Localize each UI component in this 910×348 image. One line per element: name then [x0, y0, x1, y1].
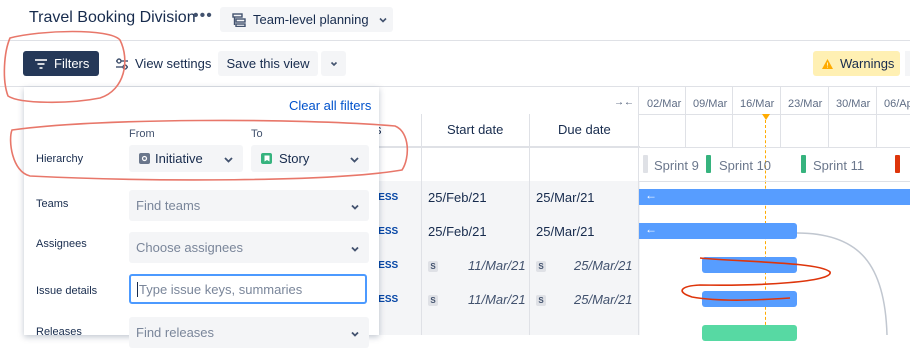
- issue-details-placeholder: Type issue keys, summaries: [137, 281, 303, 297]
- dependency-line: [796, 232, 888, 335]
- today-marker: [762, 114, 770, 120]
- column-header-start-date[interactable]: Start date: [447, 122, 503, 137]
- timeline-date: 30/Mar: [836, 98, 871, 110]
- hierarchy-from-select[interactable]: Initiative: [129, 145, 243, 172]
- hierarchy-label: Hierarchy: [36, 153, 84, 165]
- sprint-marker: [706, 155, 711, 173]
- week-divider: [828, 86, 829, 147]
- sprint-marker: [801, 155, 806, 173]
- sprint-label[interactable]: Sprint 9: [654, 158, 699, 173]
- due-date-cell[interactable]: 25/Mar/21: [536, 224, 595, 239]
- teams-select[interactable]: Find teams: [129, 190, 369, 221]
- chevron-down-icon: [350, 242, 360, 257]
- sprint-badge: S: [428, 261, 438, 272]
- start-date-cell[interactable]: 11/Mar/21: [468, 292, 526, 307]
- week-divider: [732, 86, 733, 147]
- warnings-label: Warnings: [840, 56, 895, 71]
- from-label: From: [129, 128, 155, 140]
- sprint-badge: S: [536, 295, 546, 306]
- issue-details-input[interactable]: Type issue keys, summaries: [129, 274, 367, 304]
- timeline-bar[interactable]: [702, 325, 797, 341]
- view-settings-label: View settings: [135, 56, 212, 71]
- releases-label: Releases: [36, 326, 82, 338]
- more-actions-button[interactable]: •••: [193, 7, 213, 25]
- plan-selector-button[interactable]: Team-level planning: [220, 7, 393, 32]
- teams-label: Teams: [36, 198, 69, 210]
- teams-placeholder: Find teams: [136, 198, 201, 213]
- to-label: To: [251, 128, 263, 140]
- sprint-marker: [643, 155, 648, 173]
- hierarchy-to-value: Story: [279, 151, 310, 166]
- filters-label: Filters: [54, 56, 90, 71]
- initiative-icon: [139, 153, 150, 164]
- sprint-row-border: [369, 147, 910, 148]
- timeline-date: 09/Mar: [693, 98, 728, 110]
- collapse-columns-button[interactable]: →←: [614, 97, 634, 108]
- chevron-down-icon: [350, 200, 360, 215]
- timeline-bar[interactable]: ←: [639, 222, 797, 239]
- clear-all-filters-link[interactable]: Clear all filters: [289, 98, 371, 113]
- sprint-badge: S: [536, 261, 546, 272]
- filter-icon: [34, 58, 48, 70]
- releases-placeholder: Find releases: [136, 325, 215, 340]
- hierarchy-to-select[interactable]: Story: [251, 145, 369, 172]
- sprint-row-bottom: [638, 181, 910, 182]
- save-options-dropdown[interactable]: [321, 51, 346, 76]
- chevron-down-icon: [223, 153, 234, 168]
- timeline-date: 16/Mar: [740, 98, 775, 110]
- arrow-left-icon: ←: [645, 222, 657, 236]
- save-view-button[interactable]: Save this view: [218, 51, 318, 76]
- issue-details-label: Issue details: [36, 285, 98, 297]
- assignees-select[interactable]: Choose assignees: [129, 232, 369, 263]
- column-header-due-date[interactable]: Due date: [558, 122, 611, 137]
- sprint-label[interactable]: Sprint 10: [719, 158, 771, 173]
- warnings-button[interactable]: Warnings: [813, 51, 900, 76]
- start-date-cell[interactable]: 25/Feb/21: [428, 224, 487, 239]
- timeline-date: 23/Mar: [788, 98, 823, 110]
- start-date-cell[interactable]: 25/Feb/21: [428, 190, 487, 205]
- chevron-down-icon: [329, 59, 339, 69]
- timeline-bar[interactable]: [702, 257, 797, 273]
- assignees-label: Assignees: [36, 238, 87, 250]
- due-date-cell[interactable]: 25/Mar/21: [574, 258, 633, 273]
- filters-button[interactable]: Filters: [23, 51, 99, 76]
- view-settings-button[interactable]: View settings: [107, 51, 213, 76]
- plan-selector-label: Team-level planning: [253, 12, 369, 27]
- page-title: Travel Booking Division: [29, 9, 196, 26]
- week-divider: [780, 86, 781, 147]
- timeline-divider: [638, 86, 639, 335]
- hierarchy-from-value: Initiative: [155, 151, 203, 166]
- start-date-cell[interactable]: 11/Mar/21: [468, 258, 526, 273]
- sprint-badge: S: [428, 295, 438, 306]
- chevron-down-icon: [349, 153, 360, 168]
- due-date-cell[interactable]: 25/Mar/21: [574, 292, 633, 307]
- sprint-marker: [895, 155, 900, 173]
- header-divider: [0, 40, 910, 41]
- timeline-header-divider: [638, 114, 910, 115]
- chevron-down-icon: [378, 15, 388, 25]
- week-divider: [685, 86, 686, 147]
- arrow-left-icon: ←: [645, 188, 657, 202]
- hierarchy-icon: [232, 12, 246, 27]
- timeline-bar[interactable]: [702, 291, 797, 307]
- timeline-date: 06/Ap: [884, 98, 910, 110]
- warning-icon: [821, 58, 834, 70]
- week-divider: [876, 86, 877, 147]
- due-date-cell[interactable]: 25/Mar/21: [536, 190, 595, 205]
- timeline-bar[interactable]: ←: [639, 188, 910, 205]
- sprint-label[interactable]: Sprint 11: [813, 158, 864, 173]
- story-icon: [261, 153, 272, 164]
- sliders-icon: [115, 57, 129, 70]
- timeline-date: 02/Mar: [647, 98, 682, 110]
- releases-select[interactable]: Find releases: [129, 317, 369, 348]
- toolbar-overflow-button[interactable]: [905, 51, 910, 76]
- assignees-placeholder: Choose assignees: [136, 240, 243, 255]
